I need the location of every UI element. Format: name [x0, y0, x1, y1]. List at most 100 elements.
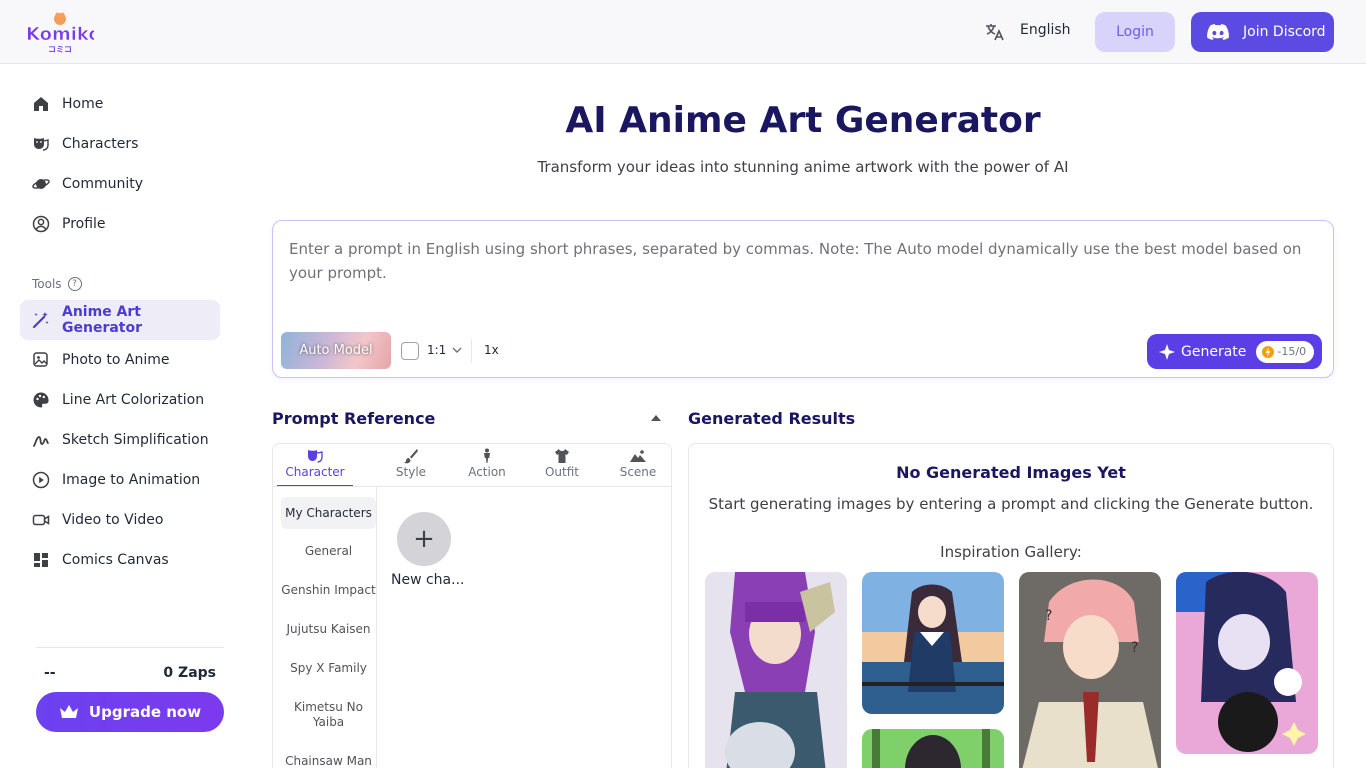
category-item[interactable]: Kimetsu No Yaiba [281, 700, 376, 730]
tool-image-to-animation-label: Image to Animation [62, 472, 201, 488]
gallery-image[interactable]: ? ? [1019, 572, 1161, 768]
account-summary: -- 0 Zaps [36, 665, 216, 681]
profile-icon [32, 215, 50, 233]
tool-image-to-animation[interactable]: Image to Animation [20, 460, 220, 500]
palette-icon [33, 392, 49, 408]
tab-character[interactable]: Character [277, 448, 353, 487]
svg-text:Komiko: Komiko [26, 24, 94, 45]
category-item[interactable]: Jujutsu Kaisen [281, 622, 376, 637]
tool-video-to-video[interactable]: Video to Video [20, 500, 220, 540]
nav-characters[interactable]: Characters [20, 124, 220, 164]
batch-count-select[interactable]: 1x [484, 343, 499, 357]
prompt-input[interactable]: Enter a prompt in English using short ph… [289, 237, 1309, 285]
komiko-logo[interactable]: Komiko コミコ [24, 12, 101, 54]
tab-scene-label: Scene [619, 465, 657, 479]
tool-sketch-simplification[interactable]: Sketch Simplification [20, 420, 220, 460]
tool-anime-art-generator[interactable]: Anime Art Generator [20, 300, 220, 340]
svg-text:?: ? [1131, 640, 1138, 656]
join-discord-label: Join Discord [1243, 24, 1326, 40]
zaps-balance: 0 Zaps [163, 665, 216, 681]
discord-icon [1207, 24, 1229, 40]
nav-home-label: Home [62, 96, 104, 112]
tab-outfit[interactable]: Outfit [524, 448, 600, 484]
inspiration-gallery-label: Inspiration Gallery: [940, 543, 1082, 561]
category-item[interactable]: Genshin Impact [281, 583, 376, 598]
nav-home[interactable]: Home [20, 84, 220, 124]
play-icon [32, 471, 50, 489]
join-discord-button[interactable]: Join Discord [1191, 12, 1334, 52]
characters-icon [34, 138, 49, 151]
aspect-ratio-value: 1:1 [427, 343, 447, 357]
magic-wand-icon [32, 312, 49, 329]
login-button[interactable]: Login [1095, 12, 1175, 52]
tab-style-label: Style [395, 465, 427, 479]
empty-state-description: Start generating images by entering a pr… [708, 495, 1314, 513]
tool-photo-to-anime-label: Photo to Anime [62, 352, 170, 368]
generation-cost: -15/0 [1277, 345, 1307, 358]
mask-icon [308, 450, 323, 463]
tools-section-label: Tools ? [32, 277, 82, 291]
tool-line-art-colorization[interactable]: Line Art Colorization [20, 380, 220, 420]
new-character-button[interactable]: + [397, 512, 451, 566]
photo-icon [33, 352, 48, 367]
nav-characters-label: Characters [62, 136, 139, 152]
category-item[interactable]: General [281, 544, 376, 559]
translate-icon[interactable] [984, 22, 1006, 42]
generated-results-title: Generated Results [688, 409, 856, 428]
tool-sketch-simplification-label: Sketch Simplification [62, 432, 209, 448]
tab-action-label: Action [468, 465, 506, 479]
tool-comics-canvas[interactable]: Comics Canvas [20, 540, 220, 580]
prompt-panel: Enter a prompt in English using short ph… [272, 220, 1334, 378]
upgrade-label: Upgrade now [88, 703, 202, 721]
tool-video-to-video-label: Video to Video [62, 512, 164, 528]
empty-state-title: No Generated Images Yet [896, 463, 1126, 482]
nav-community[interactable]: Community [20, 164, 220, 204]
page-subtitle: Transform your ideas into stunning anime… [537, 158, 1069, 176]
nav-community-label: Community [62, 176, 144, 192]
category-item[interactable]: Chainsaw Man [281, 754, 376, 768]
option-checkbox[interactable] [401, 342, 419, 360]
community-icon [32, 179, 50, 189]
gallery-image[interactable] [1176, 572, 1318, 754]
sketch-icon [33, 436, 49, 447]
chevron-down-icon [452, 347, 462, 353]
new-character-label: New cha... [391, 572, 465, 588]
page-title: AI Anime Art Generator [565, 100, 1041, 141]
generate-button[interactable]: Generate -15/0 [1147, 334, 1322, 369]
language-selector[interactable]: English [1020, 22, 1071, 38]
model-selector[interactable]: Auto Model [281, 332, 391, 369]
aspect-ratio-select[interactable]: 1:1 [427, 343, 462, 357]
upgrade-button[interactable]: Upgrade now [36, 692, 224, 732]
category-item[interactable]: Spy X Family [281, 661, 376, 676]
generate-label: Generate [1181, 343, 1247, 360]
crown-icon [59, 705, 78, 718]
prompt-reference-panel: Character Style Action Outfit Scene My C… [272, 443, 672, 768]
gallery-image[interactable] [862, 729, 1004, 768]
help-icon[interactable]: ? [67, 277, 82, 291]
home-icon [34, 97, 48, 111]
collapse-caret-icon[interactable] [650, 414, 662, 422]
shirt-icon [555, 449, 569, 463]
video-icon [32, 514, 50, 526]
grid-icon [34, 553, 48, 567]
account-name: -- [44, 665, 56, 681]
generated-results-panel: No Generated Images Yet Start generating… [688, 443, 1334, 768]
nav-profile[interactable]: Profile [20, 204, 220, 244]
tab-style[interactable]: Style [373, 448, 449, 484]
mountain-icon [630, 450, 646, 462]
person-icon [484, 448, 490, 463]
tool-anime-art-generator-label: Anime Art Generator [62, 304, 143, 336]
plus-icon: + [413, 524, 435, 554]
sidebar: Home Characters Community Profile Tools … [0, 65, 240, 768]
gallery-image[interactable] [705, 572, 847, 768]
prompt-reference-title: Prompt Reference [272, 409, 436, 428]
tool-line-art-colorization-label: Line Art Colorization [62, 392, 205, 408]
tab-scene[interactable]: Scene [600, 448, 676, 484]
tab-outfit-label: Outfit [544, 465, 580, 479]
tool-photo-to-anime[interactable]: Photo to Anime [20, 340, 220, 380]
model-label: Auto Model [299, 343, 373, 358]
tab-action[interactable]: Action [449, 448, 525, 484]
gallery-image[interactable] [862, 572, 1004, 714]
sidebar-divider [36, 647, 224, 648]
category-item[interactable]: My Characters [281, 497, 376, 529]
